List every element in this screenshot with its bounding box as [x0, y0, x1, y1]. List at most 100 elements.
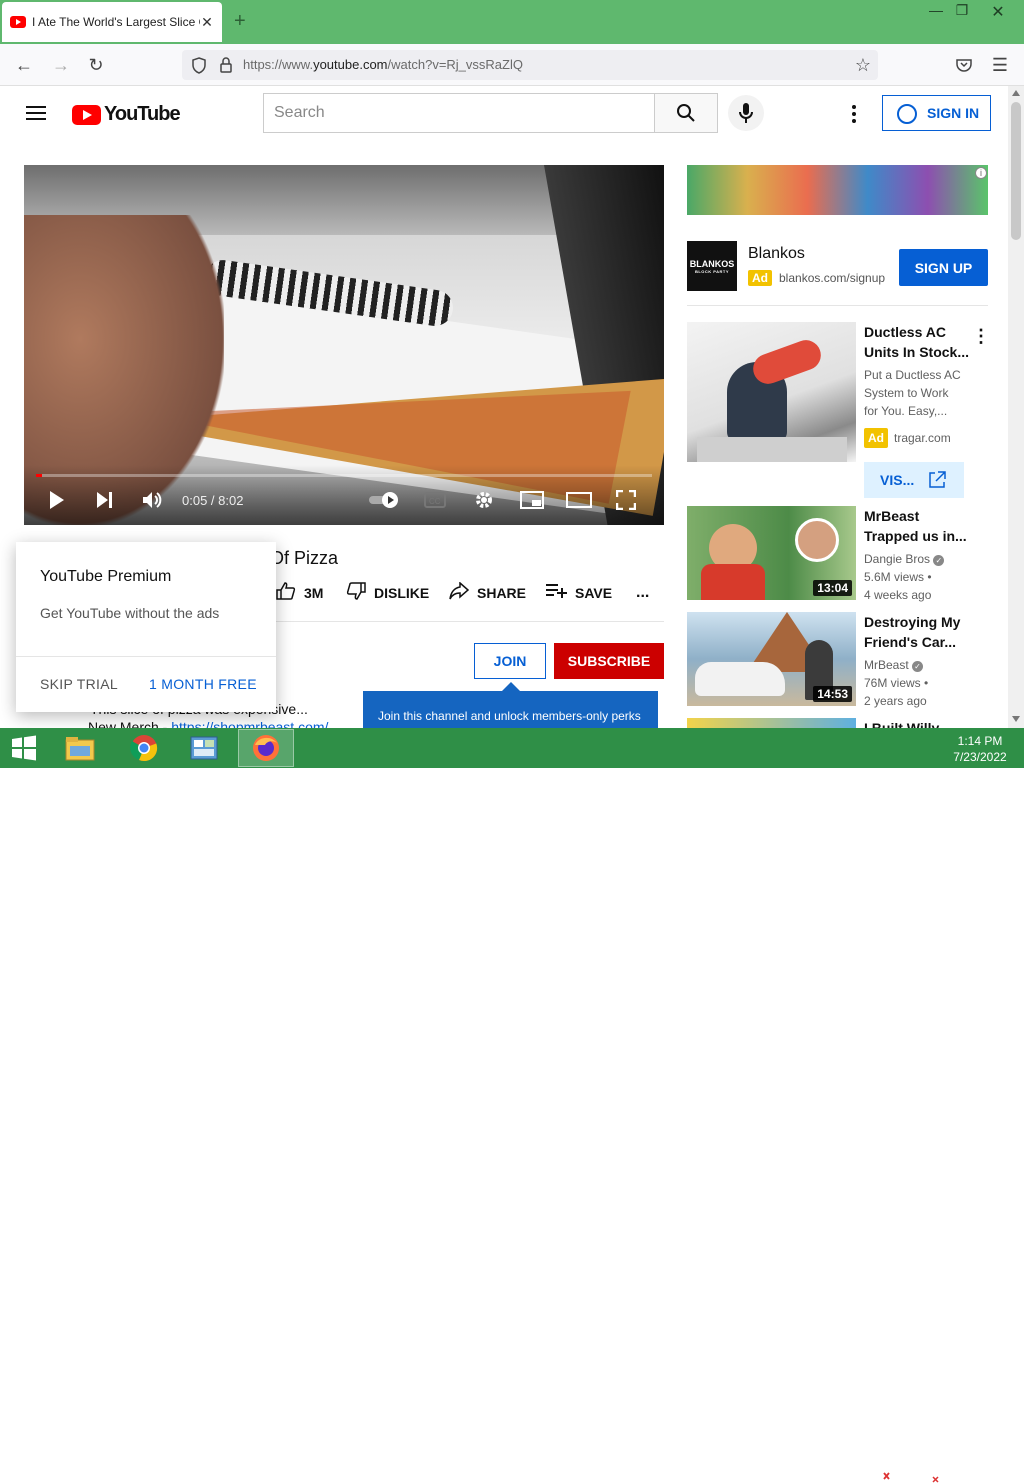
page-scrollbar[interactable] — [1008, 86, 1024, 728]
blankos-logo-subtext: BLOCK PARTY — [694, 268, 730, 274]
one-month-free-button[interactable]: 1 MONTH FREE — [149, 676, 257, 692]
divider — [687, 305, 988, 306]
related-title[interactable]: I Built Willy — [864, 718, 974, 728]
account-icon — [897, 104, 917, 124]
address-bar[interactable]: https://www.youtube.com/watch?v=Rj_vssRa… — [182, 50, 878, 80]
visit-site-button[interactable]: VIS... — [864, 462, 964, 498]
ad-info-icon[interactable]: i — [975, 167, 987, 179]
guide-menu-icon[interactable] — [26, 106, 46, 120]
ad-url-row: Ad blankos.com/signup — [748, 270, 885, 286]
search-button[interactable] — [654, 93, 718, 133]
file-explorer-taskbar-icon[interactable] — [52, 729, 108, 767]
related-more-icon[interactable]: ⋮ — [972, 326, 990, 347]
theater-mode-icon[interactable] — [566, 489, 592, 511]
minimize-icon[interactable]: — — [922, 2, 950, 18]
ad-advertiser-name[interactable]: Blankos — [748, 245, 805, 263]
ad-url: blankos.com/signup — [779, 271, 886, 285]
back-arrow-icon[interactable]: ← — [13, 54, 35, 76]
clock-time: 1:14 PM — [957, 734, 1003, 748]
blankos-logo-text: BLANKOS — [689, 258, 735, 269]
thumbs-up-icon — [276, 581, 296, 605]
microphone-icon — [739, 103, 753, 123]
upload-age: 4 weeks ago — [864, 588, 932, 602]
video-duration: 14:53 — [813, 686, 852, 702]
share-arrow-icon — [449, 580, 470, 605]
like-button[interactable]: 3M — [276, 581, 323, 605]
action-center-flag-icon — [925, 1470, 939, 1483]
more-actions-icon[interactable]: ... — [636, 583, 649, 603]
verified-check-icon: ✓ — [933, 555, 945, 566]
verified-check-icon: ✓ — [912, 661, 924, 672]
pocket-icon[interactable] — [953, 54, 975, 76]
scrollbar-thumb[interactable] — [1011, 102, 1021, 240]
ductless-ac-thumbnail[interactable] — [687, 322, 856, 462]
youtube-logo[interactable]: YouTube — [72, 103, 181, 126]
subtitles-cc-icon[interactable]: CC — [424, 489, 446, 511]
player-time-display: 0:05 / 8:02 — [182, 493, 244, 508]
dislike-button[interactable]: DISLIKE — [346, 581, 429, 603]
start-button[interactable] — [0, 729, 48, 767]
settings-gear-icon[interactable] — [474, 489, 494, 511]
related-meta: MrBeast ✓ 76M views • 2 years ago — [864, 656, 988, 710]
player-progress-bar[interactable] — [36, 474, 652, 477]
video-thumbnail[interactable]: 13:04 — [687, 506, 856, 600]
autoplay-toggle-icon[interactable] — [368, 489, 402, 511]
channel-name[interactable]: Dangie Bros — [864, 552, 930, 566]
join-button[interactable]: JOIN — [474, 643, 546, 679]
shield-icon[interactable] — [188, 54, 210, 76]
related-ad-domain-row: Ad tragar.com — [864, 428, 988, 448]
save-button[interactable]: SAVE — [545, 583, 612, 603]
youtube-premium-popup: YouTube Premium Get YouTube without the … — [16, 542, 276, 712]
voice-search-button[interactable] — [728, 95, 764, 131]
volume-icon[interactable] — [142, 489, 164, 511]
restore-icon[interactable]: ❐ — [948, 2, 976, 19]
blankos-logo[interactable]: BLANKOS BLOCK PARTY — [687, 241, 737, 291]
next-video-icon[interactable] — [96, 489, 114, 511]
windows-logo-icon — [12, 735, 36, 761]
chrome-taskbar-icon[interactable] — [116, 729, 172, 767]
share-label: SHARE — [477, 585, 527, 601]
control-panel-taskbar-icon[interactable] — [176, 729, 232, 767]
subscribe-button[interactable]: SUBSCRIBE — [554, 643, 664, 679]
skip-trial-button[interactable]: SKIP TRIAL — [40, 676, 118, 692]
settings-kebab-icon[interactable] — [848, 104, 860, 124]
ad-badge: Ad — [748, 270, 772, 286]
join-tooltip: Join this channel and unlock members-onl… — [363, 682, 658, 731]
related-title[interactable]: Destroying My Friend's Car... — [864, 612, 974, 652]
share-button[interactable]: SHARE — [449, 580, 527, 605]
new-tab-button[interactable]: + — [234, 10, 246, 33]
fullscreen-icon[interactable] — [616, 489, 636, 511]
firefox-taskbar-icon[interactable] — [238, 729, 294, 767]
video-duration: 13:04 — [813, 580, 852, 596]
related-title[interactable]: MrBeast Trapped us in... — [864, 506, 974, 546]
visit-label: VIS... — [880, 472, 915, 488]
tab-close-icon[interactable]: ✕ — [200, 14, 214, 31]
video-player[interactable]: 0:05 / 8:02 CC — [24, 165, 664, 525]
browser-tab-active[interactable]: I Ate The World's Largest Slice Of Pizza… — [2, 2, 222, 42]
channel-name[interactable]: MrBeast — [864, 658, 909, 672]
bookmark-star-icon[interactable]: ☆ — [852, 54, 874, 76]
video-thumbnail[interactable] — [687, 718, 856, 728]
miniplayer-icon[interactable] — [520, 489, 544, 511]
player-progress-fill — [36, 474, 43, 477]
playlist-add-icon — [545, 583, 567, 604]
app-menu-icon[interactable]: ☰ — [989, 54, 1011, 76]
sign-up-button[interactable]: SIGN UP — [899, 249, 988, 286]
video-thumbnail[interactable]: 14:53 — [687, 612, 856, 706]
search-input[interactable] — [263, 93, 655, 133]
related-title[interactable]: Ductless AC Units In Stock... — [864, 322, 974, 362]
forward-arrow-icon[interactable]: → — [50, 54, 72, 76]
scroll-up-icon[interactable] — [1012, 90, 1020, 96]
browser-nav-bar: ← → ↻ https://www.youtube.com/watch?v=Rj… — [0, 44, 1024, 86]
divider — [16, 656, 276, 657]
lock-icon[interactable] — [215, 54, 237, 76]
ad-banner-image[interactable] — [687, 165, 988, 215]
sign-in-button[interactable]: SIGN IN — [882, 95, 991, 131]
scroll-down-icon[interactable] — [1012, 716, 1020, 722]
reload-icon[interactable]: ↻ — [85, 54, 107, 76]
upload-age: 2 years ago — [864, 694, 927, 708]
window-close-icon[interactable]: ✕ — [984, 2, 1012, 22]
premium-heading: YouTube Premium — [40, 568, 172, 585]
play-icon[interactable] — [48, 489, 66, 511]
taskbar-clock[interactable]: 1:14 PM 7/23/2022 — [950, 733, 1010, 765]
